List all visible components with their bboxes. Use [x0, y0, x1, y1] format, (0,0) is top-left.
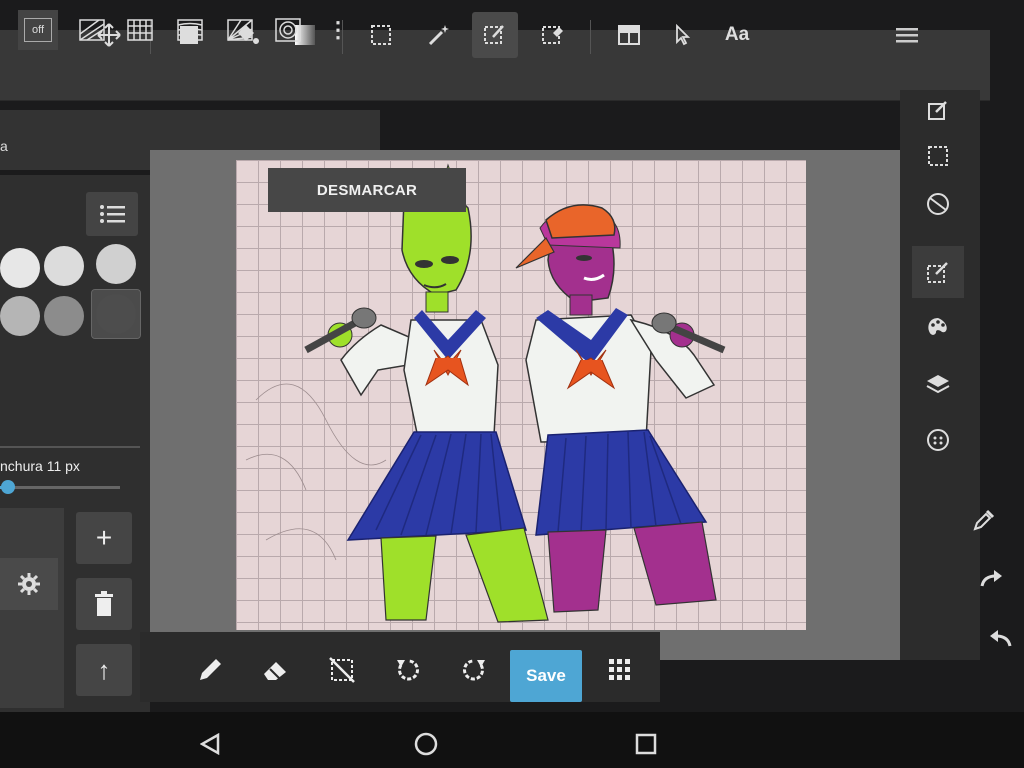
layout-icon[interactable] [606, 12, 652, 58]
radial-icon[interactable] [220, 10, 260, 50]
home-icon[interactable] [406, 724, 446, 764]
color-swatch[interactable] [44, 246, 84, 286]
perspective-icon[interactable] [170, 10, 210, 50]
brush-width-slider[interactable] [0, 480, 120, 494]
guide-label: a [0, 138, 8, 154]
redo-icon[interactable] [452, 648, 496, 692]
slider-thumb[interactable] [1, 480, 15, 494]
selected-swatch-frame[interactable] [91, 289, 141, 339]
undo-icon[interactable] [386, 648, 430, 692]
select-icon[interactable] [912, 130, 964, 182]
move-layer-up-icon[interactable]: ↑ [76, 644, 132, 696]
save-button[interactable]: Save [510, 650, 582, 702]
toolbar-divider [590, 20, 591, 54]
filter-icon[interactable] [912, 414, 964, 466]
magic-wand-icon[interactable] [416, 12, 462, 58]
eyedropper-icon[interactable] [958, 494, 1010, 546]
clear-selection-icon[interactable] [320, 648, 364, 692]
panel-divider [0, 446, 140, 448]
concentric-icon[interactable] [268, 10, 308, 50]
layer-settings-icon[interactable] [0, 558, 58, 610]
select-rect-icon[interactable] [358, 12, 404, 58]
color-swatch[interactable] [44, 296, 84, 336]
color-swatch[interactable] [96, 294, 136, 334]
guide-off-button[interactable]: off [18, 10, 58, 50]
grid-dots-icon[interactable] [598, 648, 642, 692]
recents-icon[interactable] [626, 724, 666, 764]
grid-icon[interactable] [120, 10, 160, 50]
hatch-icon[interactable] [72, 10, 112, 50]
color-swatch[interactable] [96, 244, 136, 284]
layers-icon[interactable] [912, 358, 964, 410]
menu-icon[interactable] [884, 12, 930, 58]
brush-width-label: nchura 11 px [0, 458, 80, 474]
eraser-icon[interactable] [254, 648, 298, 692]
back-icon[interactable] [190, 724, 230, 764]
off-label: off [24, 18, 52, 42]
text-icon[interactable]: Aa [714, 12, 760, 58]
edit-icon[interactable] [912, 84, 964, 136]
redo-arrow-icon[interactable] [966, 552, 1018, 604]
list-icon[interactable] [86, 192, 138, 236]
pencil-icon[interactable] [188, 648, 232, 692]
canvas-artwork [245, 163, 726, 623]
drawing-canvas[interactable] [236, 160, 806, 630]
deselect-button[interactable]: DESMARCAR [268, 168, 466, 212]
select-pen-icon[interactable] [472, 12, 518, 58]
add-layer-button[interactable]: + [76, 512, 132, 564]
transform-icon[interactable] [912, 178, 964, 230]
brush-icon[interactable] [912, 246, 964, 298]
more-vertical-icon[interactable]: ⋮ [318, 10, 358, 50]
color-swatch[interactable] [0, 296, 40, 336]
pointer-icon[interactable] [660, 12, 706, 58]
palette-icon[interactable] [912, 302, 964, 354]
system-nav-bar [0, 712, 1024, 768]
select-eraser-icon[interactable] [530, 12, 576, 58]
color-swatch[interactable] [0, 248, 40, 288]
undo-arrow-icon[interactable] [974, 612, 1024, 664]
delete-layer-icon[interactable] [76, 578, 132, 630]
